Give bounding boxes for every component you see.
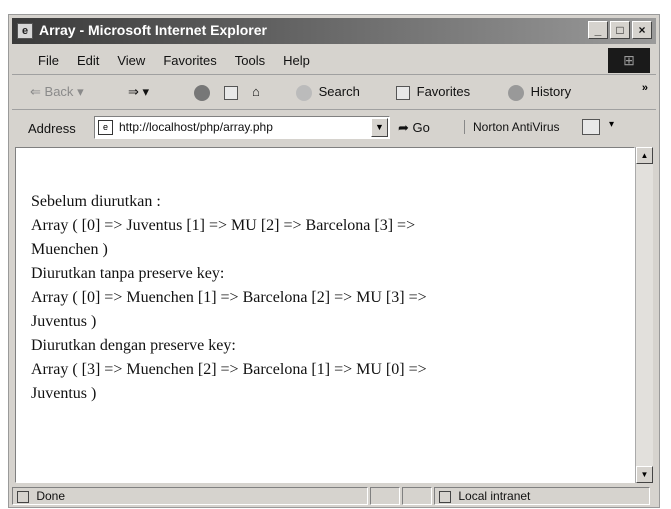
page-icon: e: [98, 120, 113, 135]
text-line: Array ( [0] => Muenchen [1] => Barcelona…: [31, 289, 427, 306]
window-controls: _ □ ×: [588, 21, 652, 39]
minimize-button[interactable]: _: [588, 21, 608, 39]
go-arrow-icon: ➦: [398, 120, 409, 135]
history-button[interactable]: History: [508, 84, 571, 101]
address-bar: Address e http://localhost/php/array.php…: [12, 111, 656, 145]
address-url: http://localhost/php/array.php: [119, 120, 273, 134]
favorites-folder-icon: [396, 85, 410, 100]
history-icon: [508, 84, 524, 101]
norton-dropdown-icon[interactable]: ▾: [609, 119, 614, 130]
window-title: Array - Microsoft Internet Explorer: [39, 22, 267, 38]
maximize-button[interactable]: □: [610, 21, 630, 39]
menu-edit[interactable]: Edit: [77, 53, 99, 68]
status-pane: [402, 487, 432, 505]
text-line: Juventus ): [31, 313, 97, 330]
home-icon: ⌂: [252, 84, 260, 99]
menu-tools[interactable]: Tools: [235, 53, 265, 68]
status-bar: Done Local intranet: [12, 485, 656, 507]
go-button[interactable]: ➦ Go: [398, 120, 430, 136]
norton-icon[interactable]: [582, 119, 600, 135]
scroll-down-icon[interactable]: ▼: [636, 466, 653, 483]
search-button[interactable]: Search: [296, 84, 360, 101]
vertical-scrollbar[interactable]: ▲ ▼: [635, 147, 653, 483]
dropdown-arrow-icon: ▾: [77, 84, 84, 99]
status-pane: [370, 487, 400, 505]
browser-window: e Array - Microsoft Internet Explorer _ …: [8, 14, 660, 508]
text-line: Diurutkan tanpa preserve key:: [31, 265, 225, 282]
intranet-zone-icon: [439, 490, 451, 503]
text-line: Muenchen ): [31, 241, 108, 258]
toolbar-chevron-icon[interactable]: »: [642, 82, 648, 94]
home-button[interactable]: ⌂: [252, 84, 260, 99]
menu-bar: File Edit View Favorites Tools Help ⊞: [12, 46, 656, 75]
text-line: Array ( [0] => Juventus [1] => MU [2] =>…: [31, 217, 416, 234]
norton-antivirus-button[interactable]: Norton AntiVirus: [464, 120, 560, 134]
address-input[interactable]: e http://localhost/php/array.php ▼: [94, 116, 390, 139]
status-text-pane: Done: [12, 487, 368, 505]
page-done-icon: [17, 490, 29, 503]
zone-pane: Local intranet: [434, 487, 650, 505]
text-line: Sebelum diurutkan :: [31, 193, 161, 210]
text-line: Diurutkan dengan preserve key:: [31, 337, 236, 354]
page-content: Sebelum diurutkan : Array ( [0] => Juven…: [15, 147, 635, 483]
search-icon: [296, 84, 312, 101]
refresh-button[interactable]: [224, 84, 241, 100]
stop-button[interactable]: [194, 84, 213, 101]
menu-favorites[interactable]: Favorites: [163, 53, 216, 68]
windows-logo-icon: ⊞: [608, 48, 650, 73]
address-dropdown-icon[interactable]: ▼: [371, 118, 388, 137]
close-button[interactable]: ×: [632, 21, 652, 39]
forward-arrow-icon: ⇒: [128, 84, 139, 99]
forward-button[interactable]: ⇒ ▾: [128, 84, 149, 100]
title-bar[interactable]: e Array - Microsoft Internet Explorer _ …: [12, 18, 656, 44]
stop-icon: [194, 84, 210, 101]
menu-file[interactable]: File: [38, 53, 59, 68]
menu-view[interactable]: View: [117, 53, 145, 68]
address-label: Address: [28, 121, 76, 136]
back-button[interactable]: ⇐ Back ▾: [30, 84, 84, 100]
favorites-button[interactable]: Favorites: [396, 84, 470, 100]
text-line: Juventus ): [31, 385, 97, 402]
scroll-up-icon[interactable]: ▲: [636, 147, 653, 164]
back-arrow-icon: ⇐: [30, 84, 41, 99]
text-line: Array ( [3] => Muenchen [2] => Barcelona…: [31, 361, 427, 378]
dropdown-arrow-icon: ▾: [142, 84, 150, 99]
ie-logo-icon: e: [17, 23, 33, 39]
menu-help[interactable]: Help: [283, 53, 310, 68]
standard-toolbar: ⇐ Back ▾ ⇒ ▾ ⌂ Search Favorites History: [12, 76, 656, 110]
page-text: Sebelum diurutkan : Array ( [0] => Juven…: [31, 190, 616, 406]
refresh-icon: [224, 85, 238, 100]
